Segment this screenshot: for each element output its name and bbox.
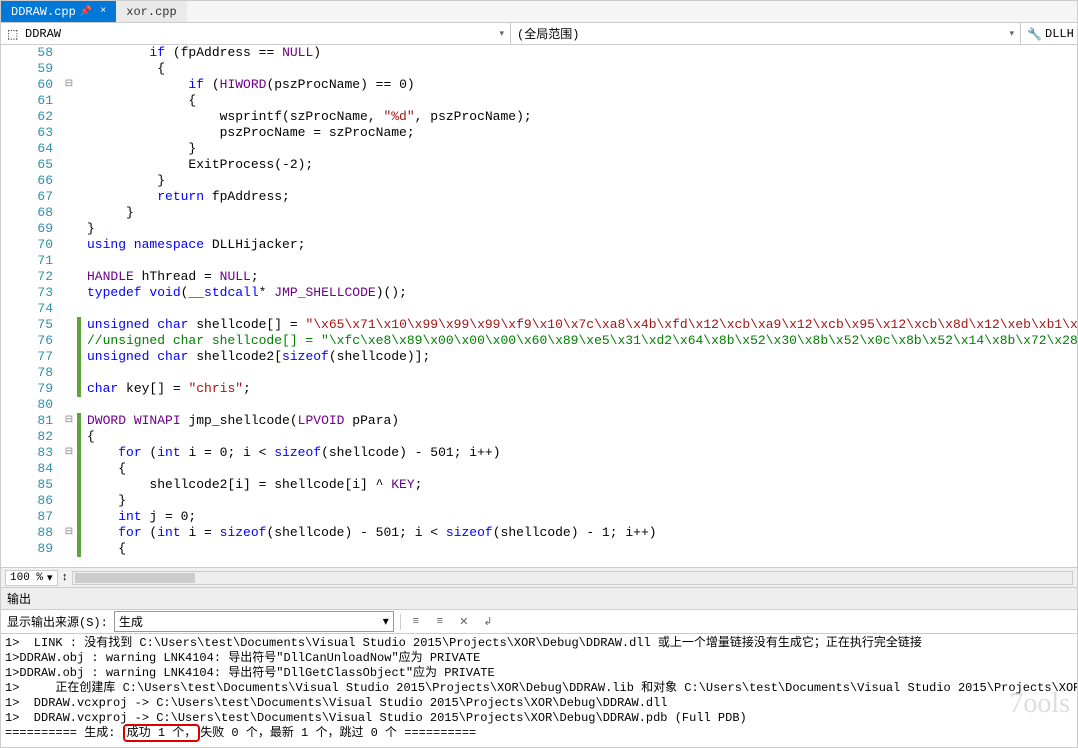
- chevron-down-icon: ▾: [499, 29, 504, 39]
- pin-icon[interactable]: 📌: [80, 6, 92, 18]
- output-source-label: 显示输出来源(S):: [7, 613, 108, 630]
- nav-bar: ⬚ DDRAW ▾ (全局范围) ▾ 🔧 DLLH: [1, 23, 1077, 45]
- prev-message-button[interactable]: ≡: [407, 613, 425, 631]
- output-panel: 输出 显示输出来源(S): 生成 ▾ ≡ ≡ ✕ ↲ 1> LINK : 没有找…: [1, 587, 1077, 747]
- next-message-button[interactable]: ≡: [431, 613, 449, 631]
- scope-dropdown[interactable]: ⬚ DDRAW ▾: [1, 23, 511, 44]
- member-label: DLLH: [1045, 27, 1074, 41]
- namespace-label: (全局范围): [517, 25, 579, 42]
- wrap-button[interactable]: ↲: [479, 613, 497, 631]
- file-tabs: DDRAW.cpp 📌 × xor.cpp: [1, 1, 1077, 23]
- editor-footer: 100 % ▾ ↕: [1, 567, 1077, 587]
- scroll-thumb[interactable]: [75, 573, 195, 583]
- tab-label: xor.cpp: [126, 5, 176, 19]
- output-title: 输出: [1, 588, 1077, 610]
- line-numbers: 5859606162636465666768697071727374757677…: [1, 45, 61, 567]
- clear-button[interactable]: ✕: [455, 613, 473, 631]
- output-source-value: 生成: [119, 613, 143, 630]
- output-source-dropdown[interactable]: 生成 ▾: [114, 611, 394, 632]
- chevron-down-icon: ▾: [47, 571, 53, 585]
- member-dropdown[interactable]: 🔧 DLLH: [1021, 23, 1078, 44]
- fold-column[interactable]: ⊟⊟⊟⊟: [61, 45, 77, 567]
- zoom-dropdown[interactable]: 100 % ▾: [5, 570, 58, 586]
- scope-label: DDRAW: [25, 27, 61, 41]
- chevron-down-icon: ▾: [1009, 29, 1014, 39]
- code-editor[interactable]: 5859606162636465666768697071727374757677…: [1, 45, 1077, 567]
- output-text[interactable]: 1> LINK : 没有找到 C:\Users\test\Documents\V…: [1, 634, 1077, 747]
- namespace-dropdown[interactable]: (全局范围) ▾: [511, 23, 1021, 44]
- separator: [400, 614, 401, 630]
- output-toolbar: 显示输出来源(S): 生成 ▾ ≡ ≡ ✕ ↲: [1, 610, 1077, 634]
- split-icon[interactable]: ↕: [62, 572, 69, 584]
- chevron-down-icon: ▾: [383, 614, 389, 629]
- close-icon[interactable]: ×: [100, 6, 106, 17]
- code-content[interactable]: if (fpAddress == NULL) { if (HIWORD(pszP…: [81, 45, 1077, 567]
- tab-label: DDRAW.cpp: [11, 5, 76, 19]
- wrench-icon: 🔧: [1027, 27, 1041, 41]
- module-icon: ⬚: [7, 27, 21, 41]
- tab-ddraw[interactable]: DDRAW.cpp 📌 ×: [1, 1, 116, 22]
- horizontal-scrollbar[interactable]: [72, 571, 1073, 585]
- zoom-value: 100 %: [10, 572, 43, 584]
- tab-xor[interactable]: xor.cpp: [116, 1, 186, 22]
